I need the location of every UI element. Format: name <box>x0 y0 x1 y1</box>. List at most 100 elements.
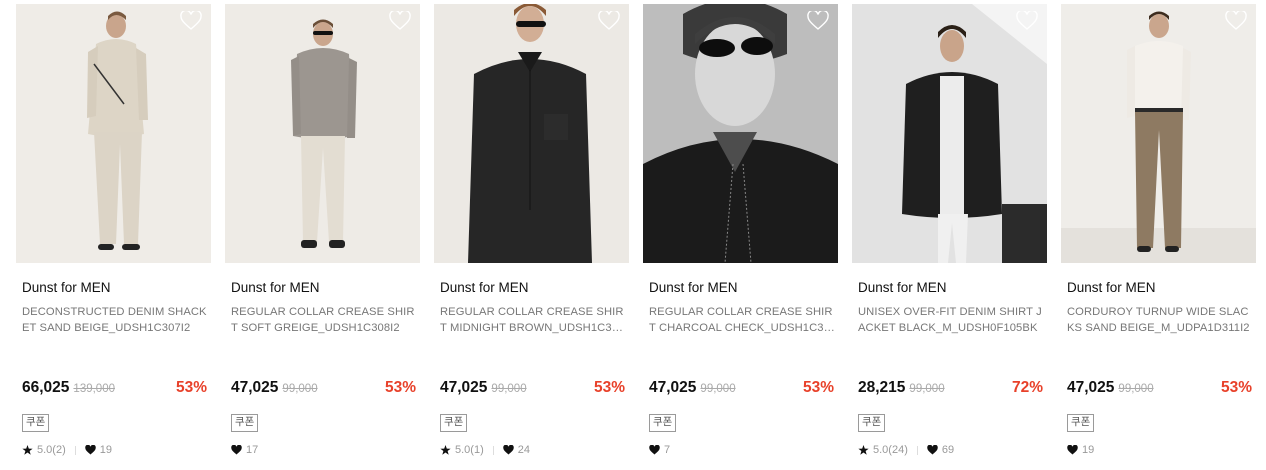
product-name[interactable]: UNISEX OVER-FIT DENIM SHIRT JACKET BLACK… <box>858 304 1044 336</box>
heart-outline-icon <box>1016 11 1038 30</box>
discount-rate: 72% <box>1011 379 1043 396</box>
original-price: 99,000 <box>700 383 736 395</box>
sale-price: 47,025 99,000 <box>1067 379 1154 396</box>
product-meta: 5.0(2) 19 <box>22 444 112 456</box>
product-image[interactable] <box>643 4 838 263</box>
wishlist-button[interactable] <box>807 11 829 31</box>
meta-divider <box>492 445 494 455</box>
brand-name[interactable]: Dunst for MEN <box>231 280 320 295</box>
likes-count: 7 <box>664 444 671 456</box>
brand-name[interactable]: Dunst for MEN <box>22 280 111 295</box>
product-card[interactable]: Dunst for MEN CORDUROY TURNUP WIDE SLACK… <box>1061 4 1256 470</box>
brand-name[interactable]: Dunst for MEN <box>649 280 738 295</box>
product-card[interactable]: Dunst for MEN REGULAR COLLAR CREASE SHIR… <box>434 4 629 470</box>
product-name[interactable]: CORDUROY TURNUP WIDE SLACKS SAND BEIGE_M… <box>1067 304 1253 336</box>
likes-count: 17 <box>246 444 259 456</box>
heart-outline-icon <box>1225 11 1247 30</box>
heart-outline-icon <box>180 11 202 30</box>
product-photo-charcoal-check-shirt <box>643 4 838 263</box>
product-image[interactable] <box>16 4 211 263</box>
coupon-badge: 쿠폰 <box>649 414 677 432</box>
discount-rate: 53% <box>384 379 416 396</box>
product-photo-corduroy-slacks <box>1061 4 1256 263</box>
product-image[interactable] <box>434 4 629 263</box>
product-image[interactable] <box>1061 4 1256 263</box>
product-photo-midnight-brown-shirt <box>434 4 629 263</box>
wishlist-button[interactable] <box>1225 11 1247 31</box>
product-card[interactable]: Dunst for MEN REGULAR COLLAR CREASE SHIR… <box>225 4 420 470</box>
brand-name[interactable]: Dunst for MEN <box>440 280 529 295</box>
product-grid: Dunst for MEN DECONSTRUCTED DENIM SHACKE… <box>0 0 1266 470</box>
original-price: 99,000 <box>1118 383 1154 395</box>
likes-count: 19 <box>99 444 112 456</box>
original-price: 99,000 <box>491 383 527 395</box>
likes-count: 69 <box>941 444 955 456</box>
coupon-badge: 쿠폰 <box>858 414 886 432</box>
heart-filled-icon <box>649 445 660 455</box>
sale-price: 47,025 99,000 <box>231 379 318 396</box>
product-meta: 17 <box>231 444 258 456</box>
product-meta: 7 <box>649 444 670 456</box>
sale-price: 66,025 139,000 <box>22 379 115 396</box>
heart-filled-icon <box>85 445 96 455</box>
rating-text: 5.0(24) <box>873 444 908 456</box>
product-name[interactable]: REGULAR COLLAR CREASE SHIRT SOFT GREIGE_… <box>231 304 417 336</box>
wishlist-button[interactable] <box>180 11 202 31</box>
likes-count: 24 <box>517 444 530 456</box>
wishlist-button[interactable] <box>598 11 620 31</box>
discount-rate: 53% <box>593 379 625 396</box>
price-row: 47,025 99,000 53% <box>649 379 834 399</box>
product-name[interactable]: REGULAR COLLAR CREASE SHIRT CHARCOAL CHE… <box>649 304 835 336</box>
product-photo-denim-shirt-jacket <box>852 4 1047 263</box>
heart-outline-icon <box>807 11 829 30</box>
sale-price: 47,025 99,000 <box>440 379 527 396</box>
price-row: 47,025 99,000 53% <box>440 379 625 399</box>
star-icon <box>858 445 869 455</box>
product-photo-greige-shirt <box>225 4 420 263</box>
coupon-badge: 쿠폰 <box>22 414 50 432</box>
heart-filled-icon <box>1067 445 1078 455</box>
discount-rate: 53% <box>175 379 207 396</box>
product-name[interactable]: DECONSTRUCTED DENIM SHACKET SAND BEIGE_U… <box>22 304 208 336</box>
meta-divider <box>916 445 918 455</box>
original-price: 99,000 <box>909 383 945 395</box>
star-icon <box>22 445 33 455</box>
sale-price: 47,025 99,000 <box>649 379 736 396</box>
wishlist-button[interactable] <box>389 11 411 31</box>
coupon-badge: 쿠폰 <box>231 414 259 432</box>
coupon-badge: 쿠폰 <box>1067 414 1095 432</box>
product-card[interactable]: Dunst for MEN UNISEX OVER-FIT DENIM SHIR… <box>852 4 1047 470</box>
heart-filled-icon <box>503 445 514 455</box>
brand-name[interactable]: Dunst for MEN <box>1067 280 1156 295</box>
price-row: 66,025 139,000 53% <box>22 379 207 399</box>
rating-text: 5.0(1) <box>455 444 484 456</box>
heart-outline-icon <box>598 11 620 30</box>
price-row: 28,215 99,000 72% <box>858 379 1043 399</box>
sale-price: 28,215 99,000 <box>858 379 945 396</box>
wishlist-button[interactable] <box>1016 11 1038 31</box>
discount-rate: 53% <box>802 379 834 396</box>
price-row: 47,025 99,000 53% <box>231 379 416 399</box>
meta-divider <box>74 445 76 455</box>
star-icon <box>440 445 451 455</box>
brand-name[interactable]: Dunst for MEN <box>858 280 947 295</box>
product-image[interactable] <box>225 4 420 263</box>
likes-count: 19 <box>1082 444 1095 456</box>
product-meta: 19 <box>1067 444 1094 456</box>
product-photo-denim-shacket <box>16 4 211 263</box>
product-name[interactable]: REGULAR COLLAR CREASE SHIRT MIDNIGHT BRO… <box>440 304 626 336</box>
original-price: 139,000 <box>73 383 115 395</box>
rating-text: 5.0(2) <box>37 444 66 456</box>
discount-rate: 53% <box>1220 379 1252 396</box>
product-meta: 5.0(24) 69 <box>858 444 954 456</box>
heart-outline-icon <box>389 11 411 30</box>
price-row: 47,025 99,000 53% <box>1067 379 1252 399</box>
product-image[interactable] <box>852 4 1047 263</box>
product-card[interactable]: Dunst for MEN REGULAR COLLAR CREASE SHIR… <box>643 4 838 470</box>
heart-filled-icon <box>927 445 938 455</box>
original-price: 99,000 <box>282 383 318 395</box>
product-card[interactable]: Dunst for MEN DECONSTRUCTED DENIM SHACKE… <box>16 4 211 470</box>
product-meta: 5.0(1) 24 <box>440 444 530 456</box>
coupon-badge: 쿠폰 <box>440 414 468 432</box>
heart-filled-icon <box>231 445 242 455</box>
